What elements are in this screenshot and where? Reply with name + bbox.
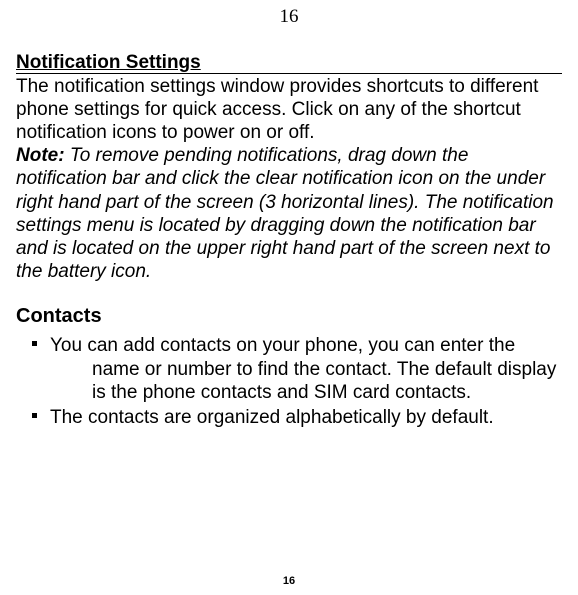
- list-item-text-cont: name or number to find the contact. The …: [50, 358, 562, 404]
- notification-settings-body: The notification settings window provide…: [16, 75, 562, 145]
- notification-note: Note: To remove pending notifications, d…: [16, 144, 562, 283]
- list-item: You can add contacts on your phone, you …: [16, 334, 562, 404]
- bullet-icon: [32, 341, 37, 346]
- contacts-heading: Contacts: [16, 305, 562, 328]
- footer-page-number: 16: [0, 575, 578, 587]
- document-page: 16 Notification Settings The notificatio…: [0, 0, 578, 595]
- list-item-text: You can add contacts on your phone, you …: [50, 334, 562, 357]
- top-page-number: 16: [16, 6, 562, 28]
- note-label: Note:: [16, 145, 65, 166]
- notification-settings-heading: Notification Settings: [16, 52, 562, 75]
- note-body: To remove pending notifications, drag do…: [16, 145, 554, 282]
- contacts-list: You can add contacts on your phone, you …: [16, 334, 562, 429]
- bullet-icon: [32, 413, 37, 418]
- list-item-text: The contacts are organized alphabeticall…: [50, 406, 562, 429]
- list-item: The contacts are organized alphabeticall…: [16, 406, 562, 429]
